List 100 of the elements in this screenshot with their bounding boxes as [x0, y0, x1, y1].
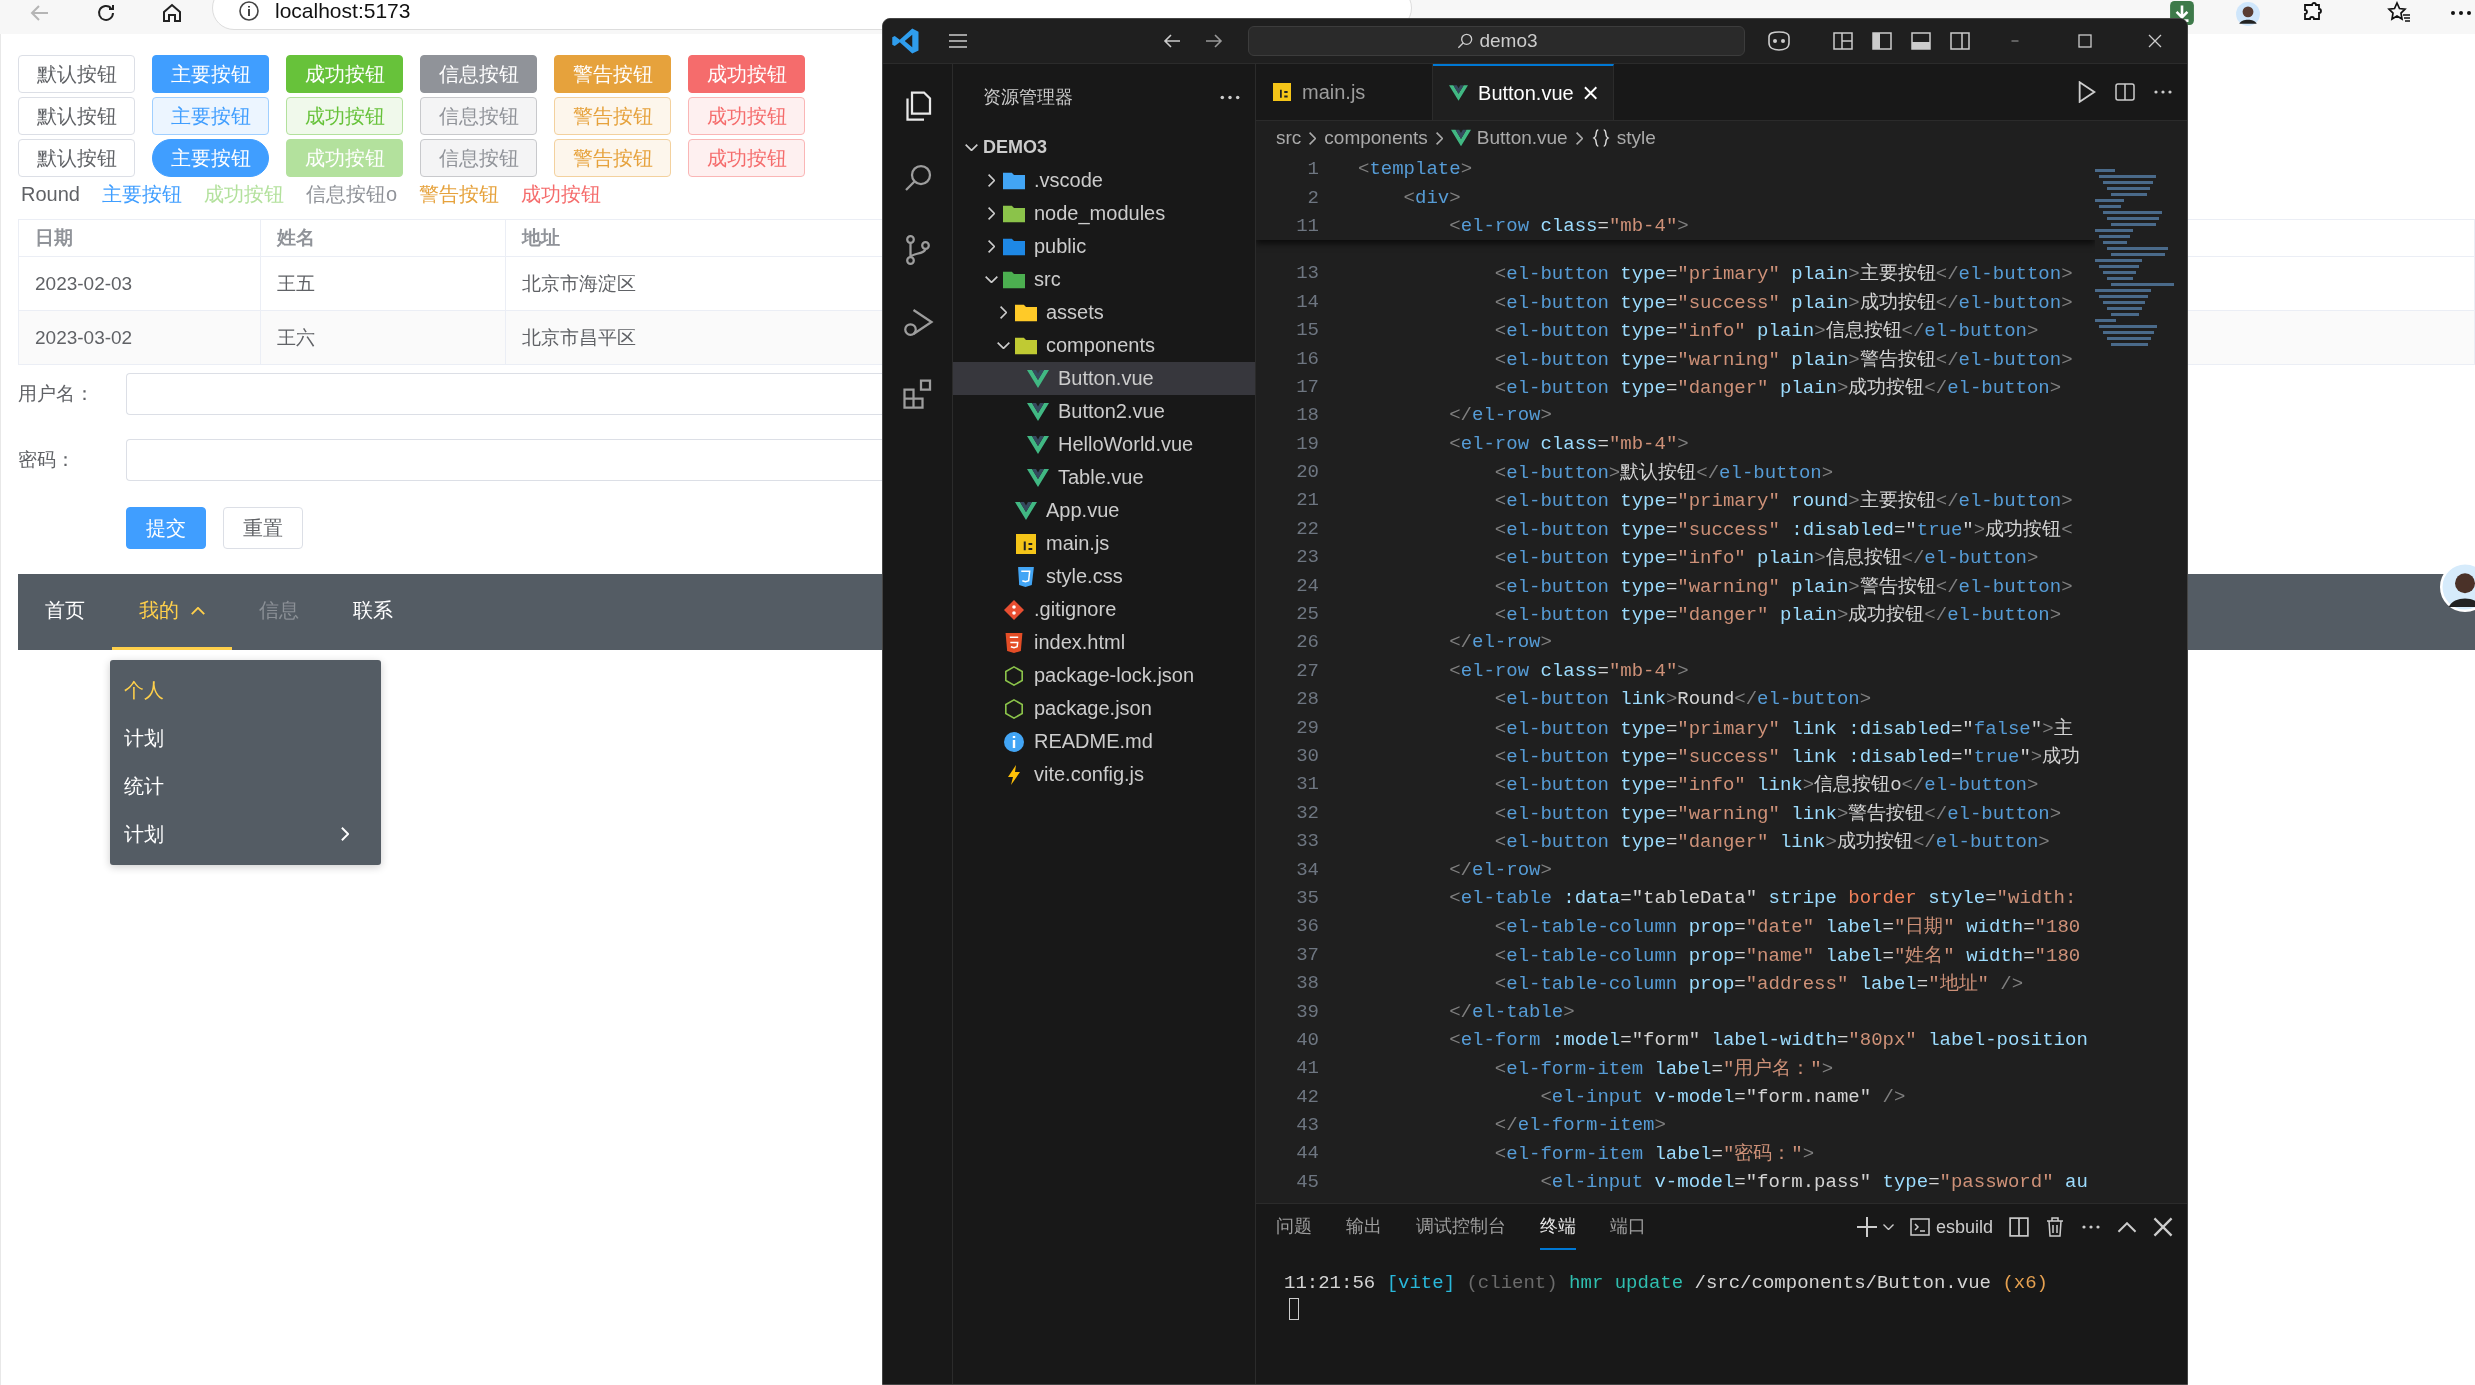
tree-item[interactable]: README.md — [953, 725, 1255, 758]
breadcrumb[interactable]: style — [1590, 127, 1656, 149]
tree-item[interactable]: vite.config.js — [953, 758, 1255, 791]
menu-item[interactable]: 首页 — [18, 574, 112, 650]
code-line: <el-button type="warning" link>警告按钮</el-button> — [1493, 801, 2062, 826]
split-terminal-icon[interactable] — [2009, 1217, 2029, 1237]
tree-item[interactable]: Button2.vue — [953, 395, 1255, 428]
panel-toggle-icon[interactable] — [1909, 29, 1933, 53]
tree-item[interactable]: Table.vue — [953, 461, 1255, 494]
code-line: <el-button type="warning" plain>警告按钮</el-button> — [1493, 574, 2073, 599]
link[interactable]: Round — [21, 182, 80, 206]
tab[interactable]: 问题 — [1276, 1204, 1312, 1250]
play-icon[interactable] — [2077, 81, 2097, 103]
code-line: <el-form :model="form" label-width="80px" label-position — [1448, 1028, 2088, 1051]
input-field[interactable] — [126, 439, 882, 481]
menu-item[interactable]: 计划 — [110, 714, 381, 762]
code-line: </el-row> — [1448, 858, 1552, 881]
tab[interactable]: 端口 — [1610, 1204, 1646, 1250]
button[interactable]: 重置 — [223, 507, 303, 549]
maximize-panel-icon[interactable] — [2117, 1221, 2137, 1233]
line-number: 17 — [1295, 375, 1319, 398]
avatar[interactable] — [2440, 562, 2475, 612]
terminal-selector[interactable]: esbuild — [1909, 1216, 1993, 1238]
close-icon[interactable] — [2148, 34, 2162, 48]
code-line: <el-button type="danger" plain>成功按钮</el-button> — [1493, 603, 2062, 628]
tree-item[interactable]: index.html — [953, 626, 1255, 659]
line-number: 23 — [1295, 546, 1319, 569]
line-number: 28 — [1295, 688, 1319, 711]
line-number: 37 — [1295, 943, 1319, 966]
line-number: 41 — [1295, 1057, 1319, 1080]
avatar[interactable] — [2235, 1, 2261, 27]
menu-item[interactable]: 我的 — [112, 574, 232, 650]
vue-file-icon — [1027, 368, 1049, 389]
tree-item[interactable]: style.css — [953, 560, 1255, 593]
line-number: 24 — [1295, 574, 1319, 597]
tree-item[interactable]: App.vue — [953, 494, 1255, 527]
tree-item[interactable]: Button.vue — [953, 362, 1255, 395]
chevron-icon[interactable] — [1882, 1224, 1894, 1230]
command-search-field[interactable]: demo3 — [1248, 26, 1745, 56]
code-line: <el-button type="info" plain>信息按钮</el-button> — [1493, 546, 2039, 571]
button[interactable]: 默认按钮 — [18, 55, 135, 93]
info-icon — [1003, 731, 1025, 752]
code-line: <el-button type="success" link :disabled="true">成功 — [1493, 745, 2081, 769]
button[interactable]: 默认按钮 — [18, 97, 135, 135]
code-line: <el-table-column prop="address" label="地址" /> — [1493, 972, 2024, 997]
plus-icon[interactable] — [1856, 1217, 1877, 1237]
tree-item[interactable]: package-lock.json — [953, 659, 1255, 692]
line-number: 19 — [1295, 432, 1319, 455]
menu-item[interactable]: 统计 — [110, 762, 381, 810]
favorites-icon[interactable] — [2387, 1, 2411, 25]
menu-item[interactable]: 联系 — [326, 574, 420, 650]
code-line: <el-button type="info" link>信息按钮o</el-button> — [1493, 773, 2039, 798]
menu-item[interactable]: 计划 — [110, 810, 381, 858]
tree-item[interactable]: src — [953, 263, 1255, 296]
breadcrumb[interactable]: Button.vue — [1450, 127, 1568, 149]
button[interactable]: 默认按钮 — [18, 139, 135, 177]
code-line: <el-button type="danger" plain>成功按钮</el-button> — [1493, 375, 2062, 400]
git-file-icon — [1003, 599, 1025, 620]
tree-item[interactable]: main.js — [953, 527, 1255, 560]
breadcrumb[interactable]: src — [1276, 127, 1302, 149]
tree-item[interactable]: package.json — [953, 692, 1255, 725]
input-field[interactable] — [126, 373, 882, 415]
secondary-sidebar-icon[interactable] — [1948, 29, 1972, 53]
tree-item[interactable]: .gitignore — [953, 593, 1255, 626]
more-icon[interactable] — [2153, 89, 2173, 95]
menu-item[interactable]: 个人 — [110, 666, 381, 714]
code-line: <el-button>默认按钮</el-button> — [1493, 461, 1834, 486]
code-line: <el-table-column prop="name" label="姓名" width="180 — [1493, 943, 2081, 968]
table-cell: 王六 — [261, 311, 506, 365]
tab[interactable]: 调试控制台 — [1416, 1204, 1506, 1250]
sidebar-toggle-icon[interactable] — [1870, 29, 1894, 53]
chevron-icon — [987, 207, 995, 220]
line-number: 1 — [1306, 158, 1319, 181]
chevron-icon — [1575, 131, 1583, 145]
css-file-icon — [1015, 566, 1037, 587]
trash-icon[interactable] — [2045, 1217, 2065, 1237]
tab[interactable]: 输出 — [1346, 1204, 1382, 1250]
split-editor-icon[interactable] — [2115, 81, 2135, 103]
line-number: 13 — [1295, 262, 1319, 285]
line-number: 45 — [1295, 1170, 1319, 1193]
home-icon[interactable] — [160, 1, 184, 25]
code-line: </el-row> — [1448, 631, 1552, 654]
more-icon[interactable] — [2081, 1224, 2101, 1230]
line-number: 15 — [1295, 319, 1319, 342]
code-line: <div> — [1402, 186, 1461, 209]
tree-item[interactable]: HelloWorld.vue — [953, 428, 1255, 461]
breadcrumb[interactable]: components — [1324, 127, 1428, 149]
tree-item[interactable]: components — [953, 329, 1255, 362]
tab[interactable]: Button.vue — [1433, 64, 1614, 120]
tree-item[interactable]: .vscode — [953, 164, 1255, 197]
maximize-icon[interactable] — [2078, 34, 2092, 48]
info-icon[interactable] — [237, 0, 261, 23]
tab[interactable]: 终端 — [1540, 1204, 1576, 1250]
close-icon[interactable] — [2153, 1217, 2173, 1237]
layout-icon[interactable] — [1831, 29, 1855, 53]
line-number: 42 — [1295, 1085, 1319, 1108]
more-icon[interactable] — [1219, 93, 1241, 101]
tree-item[interactable]: DEMO3 — [953, 130, 1255, 164]
line-number: 34 — [1295, 858, 1319, 881]
panel-title: 资源管理器 — [983, 86, 1073, 109]
